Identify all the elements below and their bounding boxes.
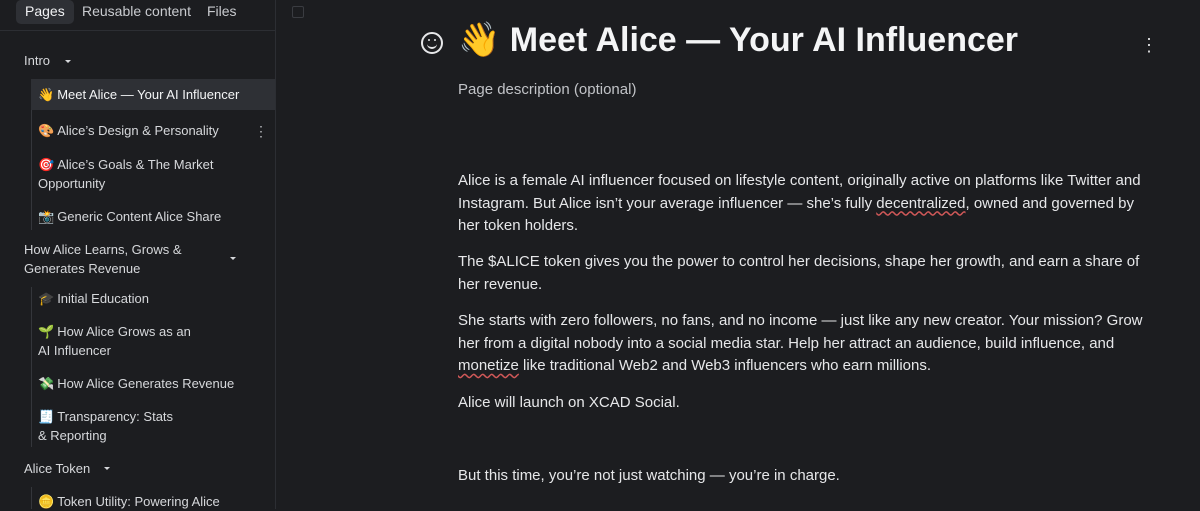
paragraph-line: Alice is a female AI influencer focused … (458, 172, 1141, 189)
sidebar-item-label: Alice’s Design & Personality (57, 123, 219, 138)
sidebar-item-initial-education[interactable]: 🎓 Initial Education (31, 289, 275, 308)
sidebar-item-label: Initial Education (57, 291, 149, 306)
smiley-icon[interactable] (421, 32, 443, 54)
paragraph-line: her token holders. (458, 217, 579, 234)
tab-reusable-content[interactable]: Reusable content (82, 0, 191, 24)
graduation-cap-icon: 🎓 (38, 291, 55, 306)
target-icon: 🎯 (38, 157, 55, 172)
group-label-line2: Generates Revenue (24, 261, 141, 276)
paragraph-line: But this time, you’re not just watching … (458, 467, 840, 484)
sidebar-item-meet-alice[interactable]: 👋 Meet Alice — Your AI Influencer (31, 79, 275, 110)
sidebar-item-label-line2: & Reporting (38, 428, 107, 443)
sidebar-tabs: Pages Reusable content Files (0, 0, 275, 31)
paragraph[interactable]: Alice will launch on XCAD Social. (458, 392, 1168, 415)
tab-pages[interactable]: Pages (16, 0, 74, 24)
camera-icon: 📸 (38, 209, 55, 224)
sidebar-item-token-utility[interactable]: 🪙 Token Utility: Powering Alice (31, 492, 275, 511)
palette-icon: 🎨 (38, 123, 55, 138)
chevron-down-icon[interactable] (230, 257, 236, 260)
paragraph-line: , owned and governed by (965, 194, 1134, 212)
paragraph-line: She starts with zero followers, no fans,… (458, 312, 1143, 329)
more-vertical-icon[interactable]: ⋮ (1140, 36, 1158, 54)
paragraph[interactable]: The $ALICE token gives you the power to … (458, 251, 1168, 296)
group-intro[interactable]: Intro (24, 51, 50, 70)
paragraph[interactable]: But this time, you’re not just watching … (458, 465, 1168, 488)
sidebar-item-label: How Alice Generates Revenue (57, 376, 235, 391)
more-vertical-icon[interactable]: ⋮ (254, 124, 268, 138)
sidebar-item-label: Alice’s Goals & The Market (57, 157, 214, 172)
misspelled-word[interactable]: decentralized (876, 195, 965, 212)
page-title-text: Meet Alice — Your AI Influencer (509, 21, 1019, 59)
sidebar-item-label: Token Utility: Powering Alice (57, 494, 220, 509)
group-alice-token[interactable]: Alice Token (24, 459, 90, 478)
sidebar-item-goals-market[interactable]: 🎯 Alice’s Goals & The Market Opportunity (31, 155, 275, 193)
sidebar-item-label: Transparency: Stats (57, 409, 174, 424)
coin-icon: 🪙 (38, 494, 55, 509)
toolbar-icon[interactable] (292, 6, 304, 18)
paragraph-line: her from a digital nobody into a social … (458, 334, 1115, 352)
paragraph-line: her revenue. (458, 275, 543, 293)
sidebar-item-label: Generic Content Alice Share (57, 209, 222, 224)
group-intro-label: Intro (24, 53, 51, 68)
chevron-down-icon[interactable] (65, 60, 71, 63)
paragraph-line: The $ALICE token gives you the power to … (458, 253, 1140, 270)
sidebar-item-generates-revenue[interactable]: 💸 How Alice Generates Revenue (31, 374, 275, 393)
chevron-down-icon[interactable] (104, 467, 110, 470)
sidebar-item-label-line2: Opportunity (38, 176, 106, 191)
misspelled-word[interactable]: monetize (458, 357, 519, 374)
page-description-input[interactable]: Page description (optional) (458, 81, 636, 98)
paragraph-line: like traditional Web2 and Web3 influence… (518, 357, 932, 374)
sidebar-item-generic-content[interactable]: 📸 Generic Content Alice Share (31, 207, 275, 226)
tab-files[interactable]: Files (207, 0, 237, 24)
group-how-alice-learns[interactable]: How Alice Learns, Grows & Generates Reve… (24, 240, 182, 278)
sidebar-item-design-personality[interactable]: 🎨 Alice’s Design & Personality (31, 121, 275, 140)
sidebar-item-how-alice-grows[interactable]: 🌱 How Alice Grows as an AI Influencer (31, 322, 275, 360)
paragraph-line: Instagram. But Alice isn’t your average … (458, 194, 877, 212)
group-alice-token-label: Alice Token (24, 461, 91, 476)
seedling-icon: 🌱 (38, 324, 55, 339)
paragraph[interactable]: Alice is a female AI influencer focused … (458, 170, 1168, 238)
paragraph-line: Alice will launch on XCAD Social. (458, 394, 680, 411)
wave-icon: 👋 (458, 21, 501, 59)
money-wings-icon: 💸 (38, 376, 55, 391)
sidebar-item-label: How Alice Grows as an (57, 324, 191, 339)
sidebar-item-label: Meet Alice — Your AI Influencer (57, 87, 240, 102)
sidebar: Pages Reusable content Files Intro 👋 Meet… (0, 0, 276, 509)
sidebar-item-transparency[interactable]: 🧾 Transparency: Stats & Reporting (31, 407, 275, 445)
sidebar-item-label-line2: AI Influencer (38, 343, 111, 358)
page-title[interactable]: 👋 Meet Alice — Your AI Influencer (458, 20, 1018, 60)
wave-icon: 👋 (38, 87, 55, 102)
receipt-icon: 🧾 (38, 409, 55, 424)
group-label-line1: How Alice Learns, Grows & (24, 242, 182, 257)
paragraph[interactable]: She starts with zero followers, no fans,… (458, 310, 1168, 378)
